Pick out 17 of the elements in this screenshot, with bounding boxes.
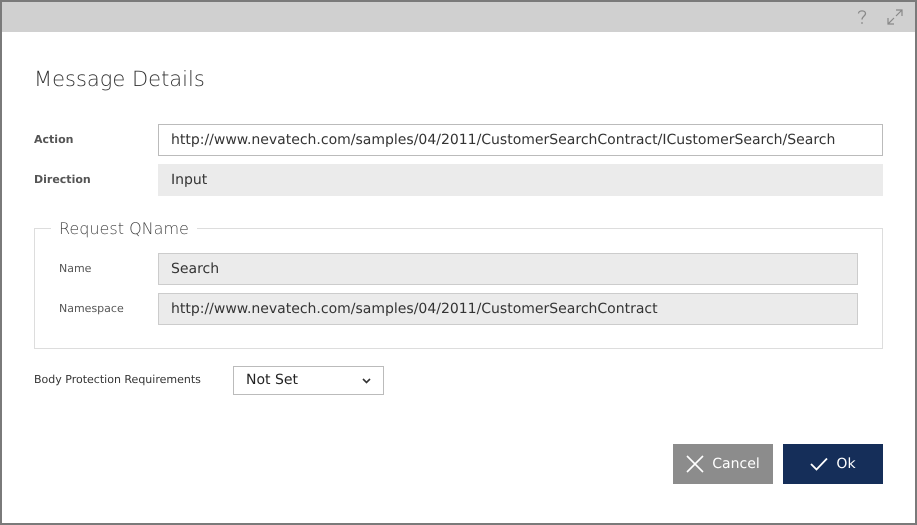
readonly-field[interactable]: Search <box>158 253 858 285</box>
protection-dropdown[interactable]: Not Set <box>233 366 384 395</box>
help-icon[interactable] <box>857 9 867 25</box>
field-label: Body Protection Requirements <box>34 372 202 388</box>
dialog-title: Message Details <box>34 69 206 90</box>
expand-icon[interactable] <box>887 9 903 25</box>
readonly-field[interactable]: http://www.nevatech.com/samples/04/2011/CustomerSearchContract <box>158 293 858 325</box>
field-label: Action <box>34 132 74 148</box>
field-label: Name <box>59 260 92 277</box>
check-icon <box>810 457 828 471</box>
close-icon <box>686 455 704 473</box>
text-field[interactable]: http://www.nevatech.com/samples/04/2011/CustomerSearchContract/ICustomerSearch/Search <box>158 124 883 156</box>
field-label: Namespace <box>59 300 125 317</box>
readonly-field[interactable]: Input <box>158 164 883 196</box>
chevron-down-icon <box>362 378 371 384</box>
ok-button[interactable]: Ok <box>783 444 883 484</box>
field-label: Direction <box>34 172 92 188</box>
